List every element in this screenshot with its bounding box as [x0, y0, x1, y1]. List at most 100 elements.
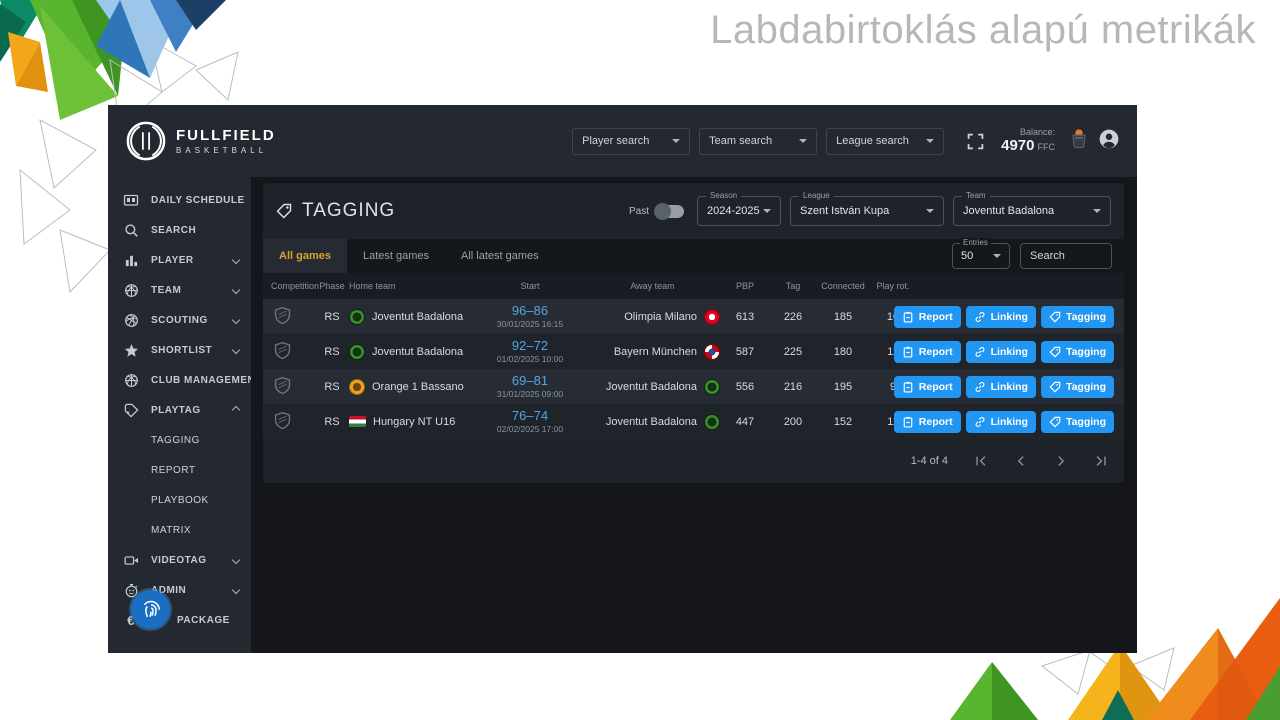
- away-team-name: Olimpia Milano: [624, 311, 697, 323]
- past-toggle[interactable]: [656, 205, 684, 218]
- brand-tagline: BASKETBALL: [176, 146, 276, 155]
- previous-page-icon[interactable]: [1014, 454, 1028, 468]
- table-row: RS Joventut Badalona 96–8630/01/2025 16:…: [263, 299, 1124, 334]
- score-link[interactable]: 92–72: [512, 338, 548, 354]
- balance-currency: FFC: [1038, 142, 1056, 152]
- sidebar-item-club-management[interactable]: CLUB MANAGEMENT: [108, 365, 251, 395]
- competition-shield-icon: [273, 411, 292, 433]
- sidebar-item-scouting[interactable]: SCOUTING: [108, 305, 251, 335]
- table-row: RS Orange 1 Bassano 69–8131/01/2025 09:0…: [263, 369, 1124, 404]
- brand-logo: FULLFIELD BASKETBALL: [126, 121, 276, 161]
- chevron-down-icon: [232, 556, 240, 564]
- chevron-down-icon: [232, 586, 240, 594]
- sidebar-item-playtag[interactable]: PLAYTAG: [108, 395, 251, 425]
- competition-shield-icon: [273, 341, 292, 363]
- tagging-button[interactable]: Tagging: [1041, 306, 1114, 328]
- season-filter-dropdown[interactable]: Season 2024-2025: [697, 196, 781, 226]
- player-search-dropdown[interactable]: Player search: [572, 128, 690, 155]
- tab-all-latest-games[interactable]: All latest games: [445, 239, 555, 273]
- report-button[interactable]: Report: [894, 306, 961, 328]
- home-team-name: Joventut Badalona: [372, 346, 463, 358]
- chevron-down-icon: [232, 346, 240, 354]
- sidebar-item-team[interactable]: TEAM: [108, 275, 251, 305]
- tagging-button[interactable]: Tagging: [1041, 376, 1114, 398]
- report-button[interactable]: Report: [894, 411, 961, 433]
- trophy-icon: [1068, 128, 1090, 155]
- score-link[interactable]: 76–74: [512, 408, 548, 424]
- phase-value: RS: [315, 381, 349, 393]
- sidebar-item-shortlist[interactable]: SHORTLIST: [108, 335, 251, 365]
- pbp-value: 587: [720, 346, 770, 358]
- fingerprint-button[interactable]: [131, 590, 170, 629]
- sidebar-item-package[interactable]: € PACKAGE: [108, 605, 251, 635]
- connected-value: 180: [816, 346, 870, 358]
- entries-dropdown[interactable]: Entries 50: [952, 243, 1010, 269]
- competition-shield-icon: [273, 306, 292, 328]
- linking-button[interactable]: Linking: [966, 341, 1036, 363]
- daily-schedule-icon: [123, 192, 139, 208]
- team-filter-dropdown[interactable]: Team Joventut Badalona: [953, 196, 1111, 226]
- table-row: RS Hungary NT U16 76–7402/02/2025 17:00 …: [263, 404, 1124, 439]
- tag-icon: [1049, 311, 1061, 323]
- tab-latest-games[interactable]: Latest games: [347, 239, 445, 273]
- score-link[interactable]: 96–86: [512, 303, 548, 319]
- tag-value: 225: [770, 346, 816, 358]
- chevron-down-icon: [232, 286, 240, 294]
- sidebar-item-daily-schedule[interactable]: DAILY SCHEDULE: [108, 185, 251, 215]
- sidebar-subitem-playbook[interactable]: PLAYBOOK: [108, 485, 251, 515]
- fingerprint-icon: [138, 597, 164, 623]
- table-header: Competition Phase Home team Start Away t…: [263, 273, 1124, 299]
- tag-value: 216: [770, 381, 816, 393]
- tab-all-games[interactable]: All games: [263, 239, 347, 273]
- first-page-icon[interactable]: [974, 454, 988, 468]
- sidebar-subitem-tagging[interactable]: TAGGING: [108, 425, 251, 455]
- report-button[interactable]: Report: [894, 341, 961, 363]
- sidebar-item-player[interactable]: PLAYER: [108, 245, 251, 275]
- start-datetime: 01/02/2025 10:00: [497, 354, 563, 365]
- tagging-button[interactable]: Tagging: [1041, 341, 1114, 363]
- team-search-dropdown[interactable]: Team search: [699, 128, 817, 155]
- connected-value: 185: [816, 311, 870, 323]
- away-team-name: Bayern München: [614, 346, 697, 358]
- account-icon[interactable]: [1099, 129, 1119, 154]
- sidebar-subitem-matrix[interactable]: MATRIX: [108, 515, 251, 545]
- away-team-name: Joventut Badalona: [606, 416, 697, 428]
- main-content: TAGGING Past Season 2024-2025: [251, 177, 1137, 653]
- tabs-strip: All games Latest games All latest games …: [263, 239, 1124, 273]
- basketball-logo-icon: [126, 121, 166, 161]
- report-button[interactable]: Report: [894, 376, 961, 398]
- league-filter-dropdown[interactable]: League Szent István Kupa: [790, 196, 944, 226]
- chevron-up-icon: [232, 406, 240, 414]
- top-bar: FULLFIELD BASKETBALL Player search Team …: [108, 105, 1137, 177]
- player-search-label: Player search: [582, 135, 649, 147]
- sidebar-item-videotag[interactable]: VIDEOTAG: [108, 545, 251, 575]
- linking-button[interactable]: Linking: [966, 411, 1036, 433]
- sidebar-subitem-report[interactable]: REPORT: [108, 455, 251, 485]
- away-team-logo: [704, 309, 720, 325]
- sidebar: DAILY SCHEDULE SEARCH PLAYER TEAM SCOUTI…: [108, 177, 251, 653]
- linking-button[interactable]: Linking: [966, 306, 1036, 328]
- league-search-dropdown[interactable]: League search: [826, 128, 944, 155]
- sidebar-item-search[interactable]: SEARCH: [108, 215, 251, 245]
- tagging-button[interactable]: Tagging: [1041, 411, 1114, 433]
- presentation-slide: Labdabirtoklás alapú metrikák FULLFIELD …: [0, 0, 1280, 720]
- pbp-value: 447: [720, 416, 770, 428]
- balance-value: 4970: [1001, 137, 1034, 154]
- linking-button[interactable]: Linking: [966, 376, 1036, 398]
- report-icon: [902, 416, 914, 428]
- videotag-icon: [123, 553, 139, 568]
- fullscreen-icon[interactable]: [967, 133, 984, 150]
- last-page-icon[interactable]: [1094, 454, 1108, 468]
- sidebar-item-admin[interactable]: ADMIN: [108, 575, 251, 605]
- tag-icon: [1049, 416, 1061, 428]
- slide-title: Labdabirtoklás alapú metrikák: [710, 8, 1256, 53]
- brand-name: FULLFIELD: [176, 127, 276, 144]
- shortlist-icon: [123, 343, 139, 358]
- next-page-icon[interactable]: [1054, 454, 1068, 468]
- app-window: FULLFIELD BASKETBALL Player search Team …: [108, 105, 1137, 653]
- chevron-down-icon: [993, 254, 1001, 258]
- search-input[interactable]: [1020, 243, 1112, 269]
- league-search-label: League search: [836, 135, 909, 147]
- score-link[interactable]: 69–81: [512, 373, 548, 389]
- chevron-down-icon: [232, 256, 240, 264]
